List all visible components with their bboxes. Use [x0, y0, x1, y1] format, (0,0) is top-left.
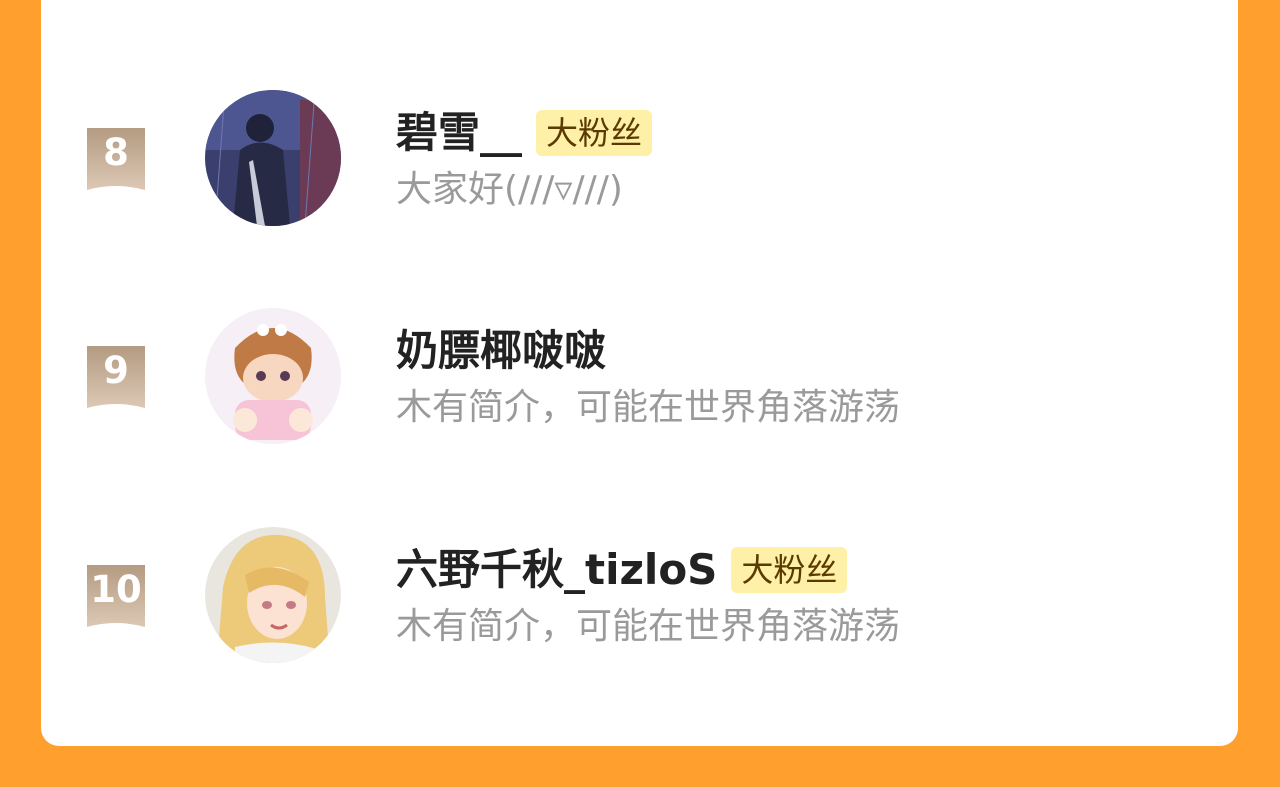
- list-item[interactable]: 10 六野千秋_tizloS 大粉丝 木有简介，可能在世界角落游荡: [41, 527, 1238, 667]
- user-name[interactable]: 碧雪__: [396, 106, 522, 160]
- rank-number: 9: [103, 349, 129, 392]
- rank-number: 8: [103, 131, 129, 174]
- rank-badge: 10: [85, 565, 147, 627]
- user-name-line: 六野千秋_tizloS 大粉丝: [396, 543, 848, 597]
- avatar[interactable]: [205, 527, 341, 663]
- list-item[interactable]: 9 奶膘椰啵啵 木有简介，可能在世界角落游荡: [41, 308, 1238, 448]
- avatar[interactable]: [205, 90, 341, 226]
- fan-ranking-card: 8 碧雪__ 大粉丝 大家好(///▿///) 9 奶膘椰啵啵 木有简介，可能在…: [41, 0, 1238, 746]
- user-bio: 大家好(///▿///): [396, 169, 623, 210]
- rank-badge: 9: [85, 346, 147, 408]
- user-name[interactable]: 奶膘椰啵啵: [396, 324, 606, 378]
- user-bio: 木有简介，可能在世界角落游荡: [396, 387, 901, 428]
- user-name[interactable]: 六野千秋_tizloS: [396, 543, 717, 597]
- fan-level-badge: 大粉丝: [536, 110, 653, 156]
- fan-level-badge: 大粉丝: [731, 547, 848, 593]
- list-item[interactable]: 8 碧雪__ 大粉丝 大家好(///▿///): [41, 90, 1238, 230]
- rank-badge: 8: [85, 128, 147, 190]
- user-name-line: 奶膘椰啵啵: [396, 324, 606, 378]
- user-name-line: 碧雪__ 大粉丝: [396, 106, 653, 160]
- rank-number: 10: [90, 568, 142, 611]
- user-bio: 木有简介，可能在世界角落游荡: [396, 606, 901, 647]
- avatar[interactable]: [205, 308, 341, 444]
